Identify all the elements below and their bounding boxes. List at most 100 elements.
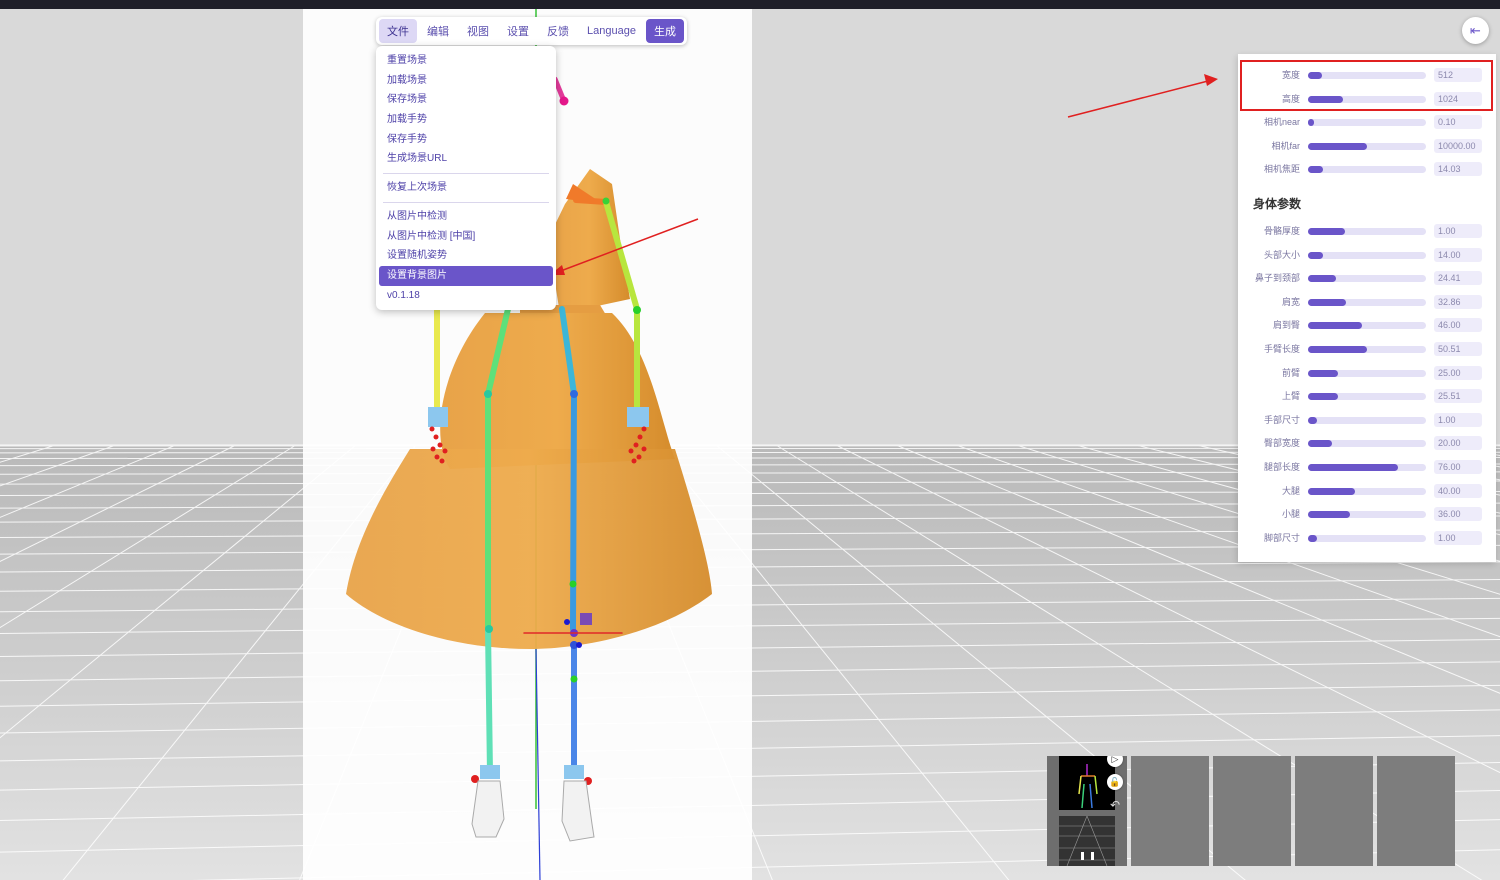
param-label: 鼻子到颈部: [1254, 273, 1300, 284]
param-row: 相机near 0.10: [1238, 115, 1496, 130]
param-slider[interactable]: [1308, 440, 1426, 448]
thumbnail-slot[interactable]: [1295, 756, 1373, 866]
param-value-input[interactable]: 1.00: [1434, 224, 1482, 238]
param-slider-fill: [1308, 298, 1346, 306]
param-row: 上臂 25.51: [1238, 389, 1496, 404]
param-row: 前臂 25.00: [1238, 365, 1496, 380]
param-slider[interactable]: [1308, 275, 1426, 283]
param-value-input[interactable]: 1.00: [1434, 530, 1482, 545]
thumbnail-active[interactable]: ▷ 🔓 ↶: [1047, 756, 1127, 866]
main-menubar: 文件 编辑 视图 设置 反馈 Language 生成: [376, 17, 687, 45]
menu-language[interactable]: Language: [579, 21, 644, 41]
param-slider[interactable]: [1308, 511, 1426, 519]
param-slider[interactable]: [1308, 251, 1426, 259]
param-label: 肩到臀: [1272, 320, 1300, 331]
param-value-input[interactable]: 40.00: [1434, 483, 1482, 498]
param-slider[interactable]: [1308, 534, 1426, 542]
param-slider[interactable]: [1308, 142, 1426, 150]
param-slider[interactable]: [1308, 464, 1426, 471]
param-row: 腿部长度 76.00: [1238, 460, 1496, 474]
param-slider-fill: [1308, 440, 1332, 448]
thumbnail-slot[interactable]: [1131, 756, 1209, 866]
menu-item-restore-last-scene[interactable]: 恢复上次场景: [379, 178, 553, 198]
lock-icon[interactable]: 🔓: [1107, 774, 1123, 790]
thumbnail-slot[interactable]: [1213, 756, 1291, 866]
menu-feedback[interactable]: 反馈: [539, 19, 577, 43]
version-label: v0.1.18: [387, 289, 420, 301]
param-row: 手臂长度 50.51: [1238, 342, 1496, 356]
menu-item-reset-scene[interactable]: 重置场景: [379, 51, 553, 71]
menu-edit[interactable]: 编辑: [419, 19, 457, 43]
param-label: 大腿: [1281, 485, 1300, 496]
param-value-input[interactable]: 46.00: [1434, 318, 1482, 333]
param-value-input[interactable]: 36.00: [1434, 507, 1482, 522]
param-value-input[interactable]: 32.86: [1434, 294, 1482, 309]
param-label: 相机far: [1271, 140, 1300, 151]
menu-item-detect-from-image[interactable]: 从图片中检测: [379, 207, 553, 227]
param-value-input[interactable]: 25.51: [1434, 389, 1482, 404]
param-slider-fill: [1308, 416, 1317, 424]
param-row: 手部尺寸 1.00: [1238, 412, 1496, 427]
param-value-input[interactable]: 20.00: [1434, 436, 1482, 451]
param-value-input[interactable]: 14.00: [1434, 247, 1482, 262]
menu-item-random-pose[interactable]: 设置随机姿势: [379, 246, 553, 266]
param-slider-fill: [1308, 393, 1338, 401]
param-row: 骨骼厚度 1.00: [1238, 224, 1496, 238]
menu-item-save-gesture[interactable]: 保存手势: [379, 130, 553, 150]
param-row: 鼻子到颈部 24.41: [1238, 271, 1496, 286]
menu-divider: [383, 173, 549, 175]
top-bar: [0, 0, 1500, 9]
param-label: 肩宽: [1281, 296, 1300, 307]
param-label: 相机焦距: [1263, 164, 1300, 175]
param-value-input[interactable]: 14.03: [1434, 162, 1482, 177]
collapse-panel-icon[interactable]: ⇤: [1462, 17, 1489, 44]
param-row: 脚部尺寸 1.00: [1238, 530, 1496, 545]
param-label: 前臂: [1281, 367, 1300, 378]
param-slider[interactable]: [1308, 119, 1426, 127]
param-slider[interactable]: [1308, 346, 1426, 353]
menu-item-load-scene[interactable]: 加载场景: [379, 71, 553, 91]
generate-button[interactable]: 生成: [645, 19, 684, 43]
param-slider[interactable]: [1308, 322, 1426, 330]
annotation-highlight-box: [1240, 60, 1493, 111]
menu-item-save-scene[interactable]: 保存场景: [379, 90, 553, 110]
param-value-input[interactable]: 50.51: [1434, 342, 1482, 356]
param-slider[interactable]: [1308, 369, 1426, 377]
param-slider-fill: [1308, 228, 1345, 235]
param-label: 脚部尺寸: [1263, 532, 1300, 543]
param-label: 骨骼厚度: [1263, 226, 1300, 236]
menu-settings[interactable]: 设置: [499, 19, 537, 43]
param-value-input[interactable]: 76.00: [1434, 460, 1482, 474]
param-slider-fill: [1308, 166, 1323, 174]
param-value-input[interactable]: 0.10: [1434, 115, 1482, 130]
param-slider[interactable]: [1308, 228, 1426, 235]
param-slider[interactable]: [1308, 298, 1426, 306]
param-label: 手部尺寸: [1263, 414, 1300, 425]
param-slider-fill: [1308, 464, 1398, 471]
param-slider-fill: [1308, 534, 1317, 542]
param-row: 头部大小 14.00: [1238, 247, 1496, 262]
thumbnail-slot[interactable]: [1377, 756, 1455, 866]
param-label: 上臂: [1281, 391, 1300, 402]
body-params-title: 身体参数: [1253, 197, 1302, 211]
menu-item-load-gesture[interactable]: 加载手势: [379, 110, 553, 130]
undo-icon[interactable]: ↶: [1107, 797, 1123, 813]
param-slider[interactable]: [1308, 487, 1426, 495]
menu-item-set-background-image[interactable]: 设置背景图片: [379, 265, 553, 286]
param-row: 大腿 40.00: [1238, 483, 1496, 498]
param-slider[interactable]: [1308, 166, 1426, 174]
menu-view[interactable]: 视图: [459, 19, 497, 43]
param-label: 小腿: [1281, 509, 1300, 520]
menu-divider: [383, 201, 549, 203]
param-value-input[interactable]: 24.41: [1434, 271, 1482, 286]
menu-file[interactable]: 文件: [379, 19, 417, 43]
menu-item-generate-url[interactable]: 生成场景URL: [379, 149, 553, 169]
param-value-input[interactable]: 10000.00: [1434, 138, 1482, 153]
param-row: 臀部宽度 20.00: [1238, 436, 1496, 451]
param-slider[interactable]: [1308, 393, 1426, 401]
menu-item-detect-from-image-china[interactable]: 从图片中检测 [中国]: [379, 227, 553, 247]
param-slider[interactable]: [1308, 416, 1426, 424]
param-value-input[interactable]: 25.00: [1434, 365, 1482, 380]
param-value-input[interactable]: 1.00: [1434, 412, 1482, 427]
param-slider-fill: [1308, 346, 1367, 353]
